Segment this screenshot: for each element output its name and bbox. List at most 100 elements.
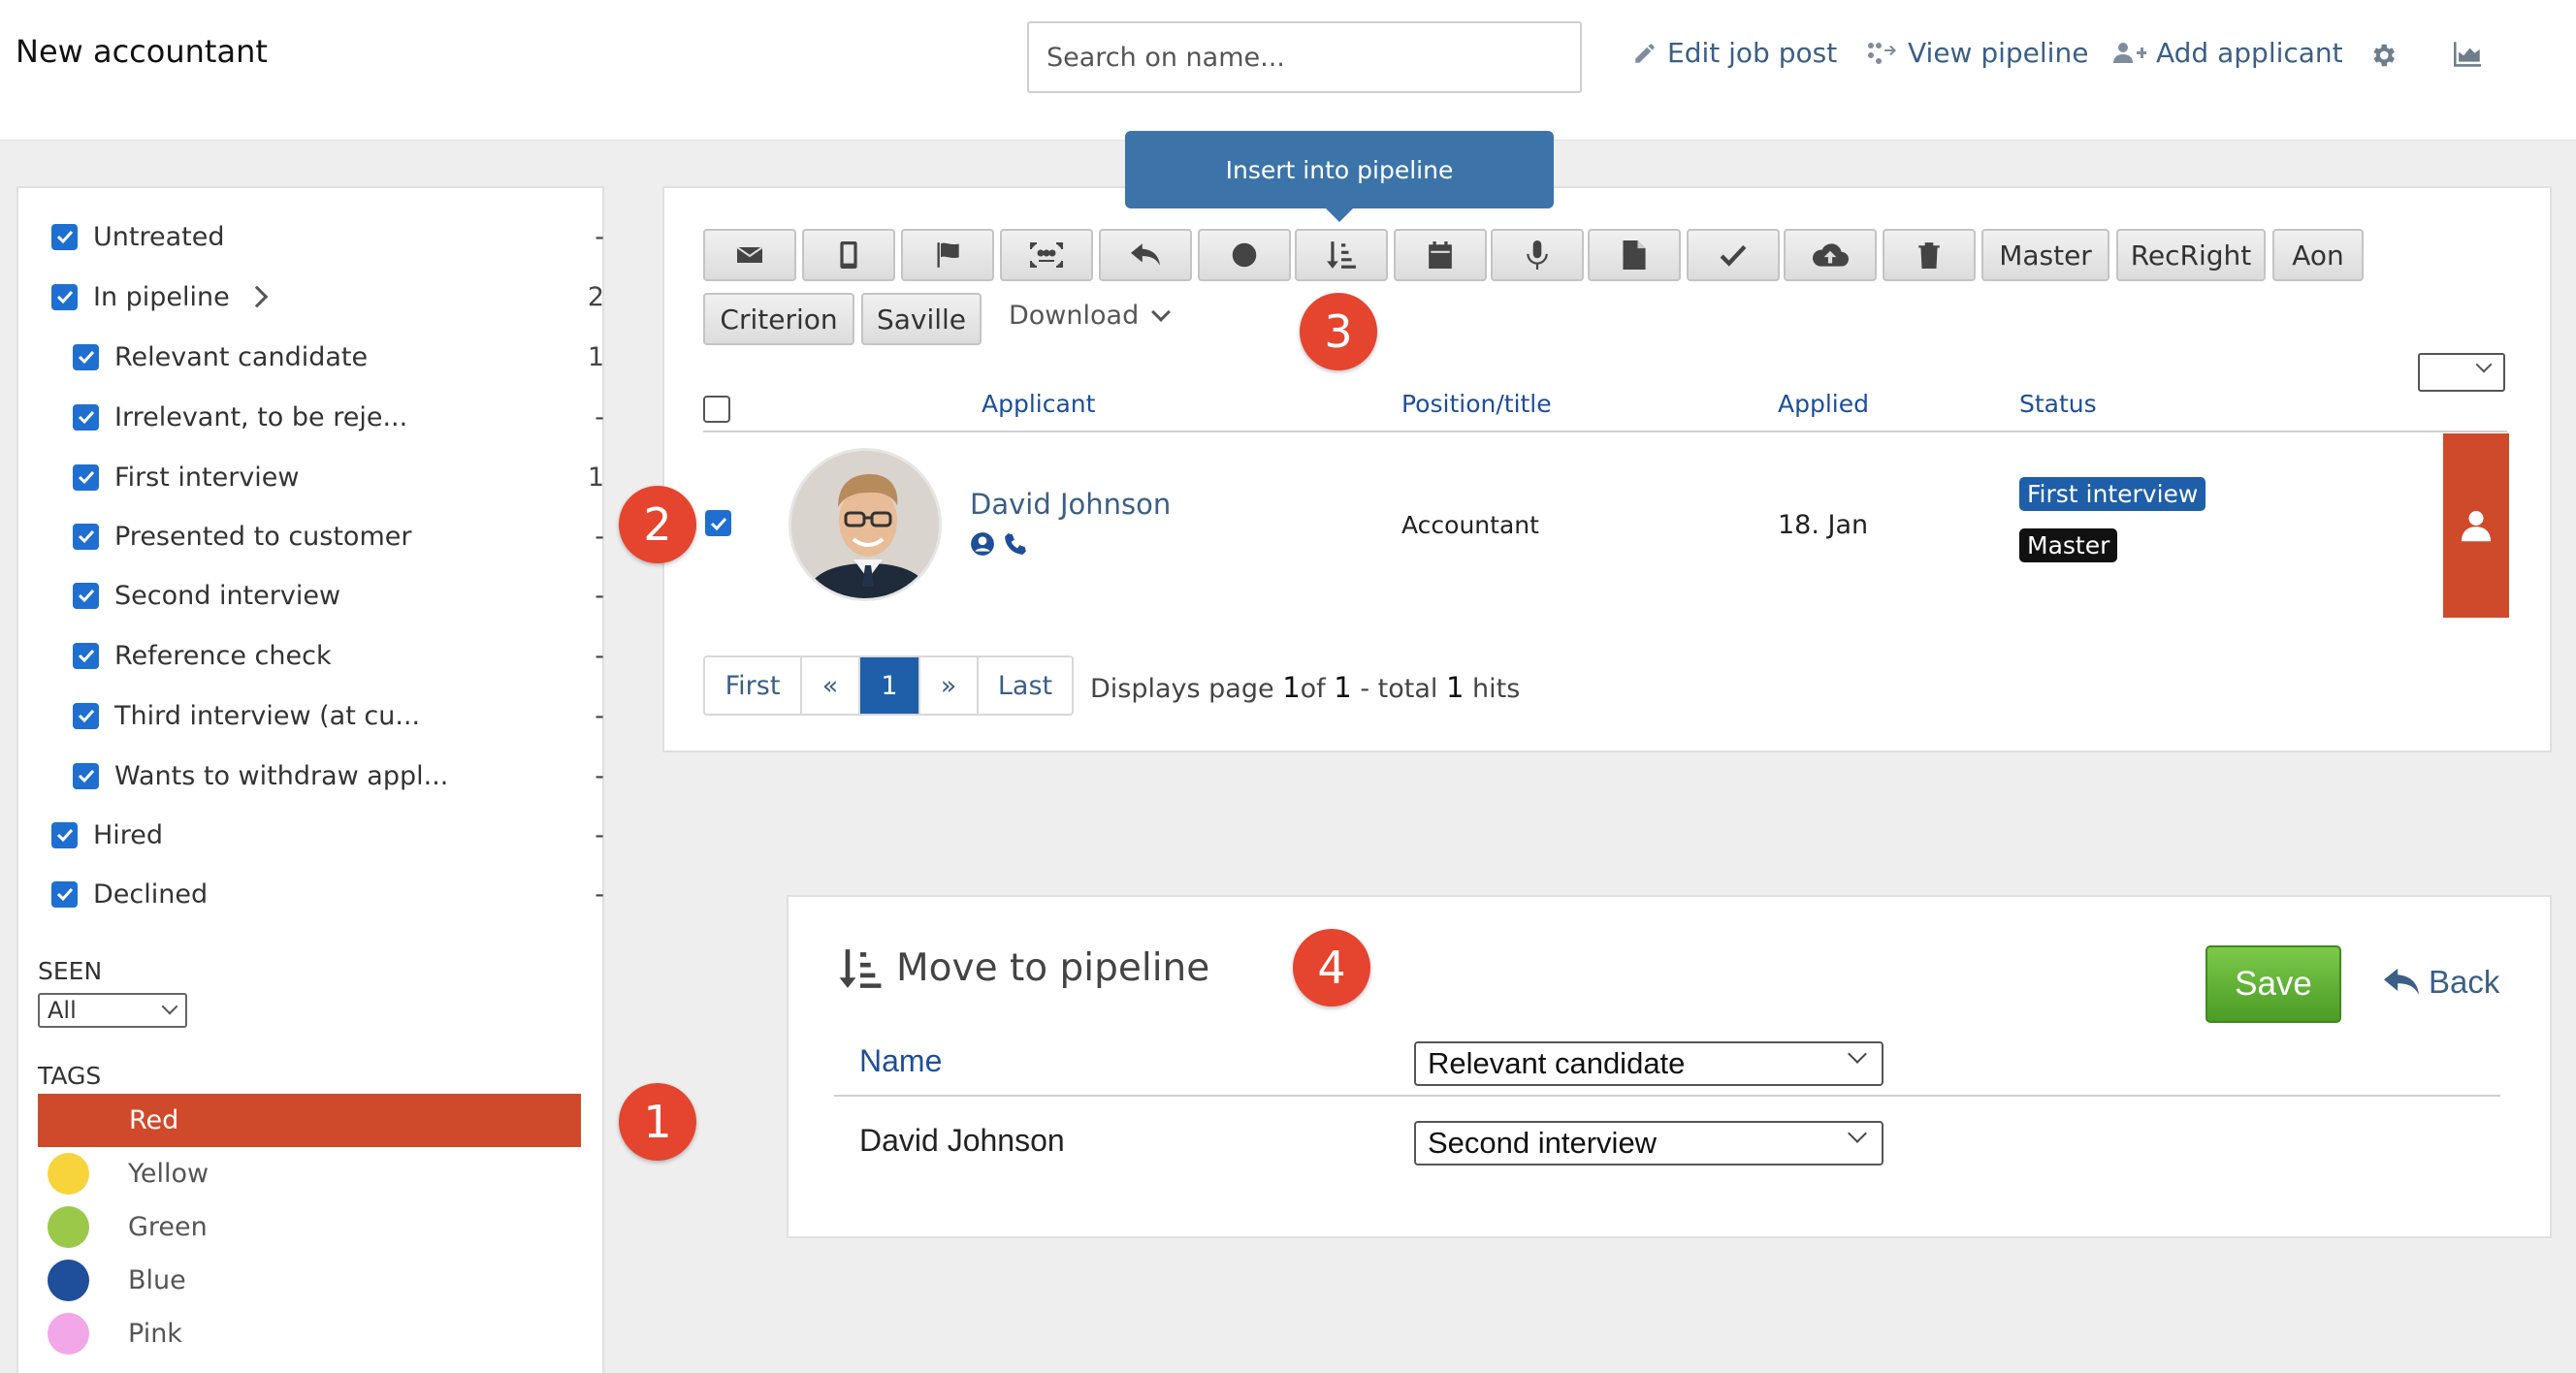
tag-blue[interactable]: Blue [48, 1259, 186, 1301]
back-button[interactable]: Back [2384, 964, 2499, 1001]
select-all-checkbox[interactable] [703, 396, 730, 423]
filter-presented-to-customer[interactable]: Presented to customer - [73, 517, 604, 556]
filter-in-pipeline[interactable]: In pipeline 2 [51, 277, 604, 316]
settings-button[interactable] [2368, 41, 2398, 74]
checkbox[interactable] [51, 821, 78, 848]
page-info-page: 1 [1282, 671, 1301, 704]
calendar-button[interactable] [1394, 229, 1487, 281]
tag-green[interactable]: Green [48, 1205, 208, 1248]
applicant-name-link[interactable]: David Johnson [970, 488, 1171, 521]
tag-yellow[interactable]: Yellow [48, 1152, 209, 1195]
pencil-icon [1635, 43, 1655, 63]
phone-icon[interactable] [1003, 531, 1028, 557]
criterion-button[interactable]: Criterion [703, 293, 854, 345]
checkbox[interactable] [73, 343, 99, 370]
filter-label: Declined [93, 878, 209, 910]
add-applicant-link[interactable]: Add applicant [2113, 37, 2343, 69]
filter-relevant-candidate[interactable]: Relevant candidate 1 [73, 337, 604, 376]
chevron-right-icon[interactable] [245, 285, 269, 308]
filter-label: Reference check [114, 640, 332, 671]
checkbox[interactable] [51, 283, 78, 310]
save-button[interactable]: Save [2206, 945, 2341, 1023]
checkbox[interactable] [73, 762, 99, 789]
page-info-total-pages: 1 [1334, 671, 1352, 704]
checkbox[interactable] [73, 642, 99, 669]
tag-pink[interactable]: Pink [48, 1312, 182, 1355]
reply-button[interactable] [1099, 229, 1192, 281]
filter-third-interview[interactable]: Third interview (at cu... - [73, 696, 604, 735]
scan-button[interactable] [1000, 229, 1093, 281]
page-first[interactable]: First [705, 657, 802, 714]
checkbox[interactable] [73, 582, 99, 609]
document-button[interactable] [1588, 229, 1681, 281]
seen-select[interactable]: All [38, 993, 187, 1028]
seen-label: SEEN [38, 957, 103, 985]
pagination: First « 1 » Last [703, 655, 1074, 716]
avatar-photo [791, 451, 939, 598]
page-next[interactable]: » [920, 657, 979, 714]
filter-irrelevant[interactable]: Irrelevant, to be reje... - [73, 398, 604, 436]
column-options-select[interactable] [2418, 353, 2505, 392]
checkbox[interactable] [51, 223, 78, 250]
recright-button[interactable]: RecRight [2116, 229, 2266, 281]
view-pipeline-link[interactable]: View pipeline [1867, 37, 2088, 69]
column-position[interactable]: Position/title [1401, 390, 1552, 418]
block-button[interactable] [1198, 229, 1291, 281]
tag-red[interactable]: Red [38, 1094, 581, 1147]
divider [834, 1095, 2500, 1097]
filter-reference-check[interactable]: Reference check - [73, 636, 604, 675]
tag-color-dot [48, 1152, 89, 1195]
filter-hired[interactable]: Hired - [51, 815, 604, 854]
upload-button[interactable] [1784, 229, 1877, 281]
page-info-prefix: Displays page [1090, 674, 1274, 704]
checkbox[interactable] [51, 880, 78, 908]
filter-wants-to-withdraw[interactable]: Wants to withdraw appl... - [73, 756, 604, 795]
calendar-icon [1429, 241, 1452, 269]
filter-count: 1 [587, 341, 604, 372]
user-circle-icon[interactable] [970, 531, 995, 557]
filter-declined[interactable]: Declined - [51, 875, 604, 913]
download-dropdown[interactable]: Download [1009, 301, 1172, 331]
add-user-icon [2113, 42, 2146, 63]
page-current[interactable]: 1 [860, 657, 920, 714]
filter-second-interview[interactable]: Second interview - [73, 576, 604, 615]
checkbox[interactable] [73, 702, 99, 729]
applicant-contact-icons [970, 531, 1028, 557]
aon-button[interactable]: Aon [2272, 229, 2364, 281]
sort-insert-icon [1327, 241, 1356, 269]
avatar[interactable] [789, 448, 942, 601]
filter-first-interview[interactable]: First interview 1 [73, 458, 604, 496]
flag-button[interactable] [901, 229, 994, 281]
sms-button[interactable] [802, 229, 895, 281]
applicant-profile-button[interactable] [2443, 433, 2509, 618]
filter-label: Irrelevant, to be reje... [114, 401, 408, 432]
bulk-pipeline-select[interactable]: Relevant candidate [1414, 1041, 1884, 1086]
filter-count: - [595, 521, 604, 552]
approve-button[interactable] [1687, 229, 1780, 281]
saville-button[interactable]: Saville [861, 293, 982, 345]
edit-job-post-link[interactable]: Edit job post [1632, 37, 1837, 69]
record-button[interactable] [1491, 229, 1584, 281]
tag-color-dot [48, 1205, 89, 1248]
column-applied[interactable]: Applied [1778, 390, 1869, 418]
filter-untreated[interactable]: Untreated - [51, 217, 604, 256]
column-applicant[interactable]: Applicant [982, 390, 1095, 418]
row-checkbox[interactable] [705, 510, 731, 536]
checkbox[interactable] [73, 523, 99, 550]
tooltip-arrow [1325, 208, 1354, 222]
insert-into-pipeline-button[interactable] [1295, 229, 1388, 281]
checkbox[interactable] [73, 463, 99, 491]
applicant-pipeline-select[interactable]: Second interview [1414, 1121, 1884, 1165]
check-icon [1720, 244, 1747, 267]
delete-button[interactable] [1883, 229, 1976, 281]
checkbox[interactable] [73, 403, 99, 431]
page-last[interactable]: Last [979, 657, 1072, 714]
search-input[interactable] [1027, 21, 1582, 93]
statistics-button[interactable] [2452, 41, 2483, 72]
email-button[interactable] [703, 229, 796, 281]
reply-icon [1131, 243, 1160, 266]
column-status[interactable]: Status [2019, 390, 2097, 418]
page-prev[interactable]: « [802, 657, 860, 714]
add-applicant-label: Add applicant [2156, 37, 2343, 69]
master-button[interactable]: Master [1981, 229, 2109, 281]
